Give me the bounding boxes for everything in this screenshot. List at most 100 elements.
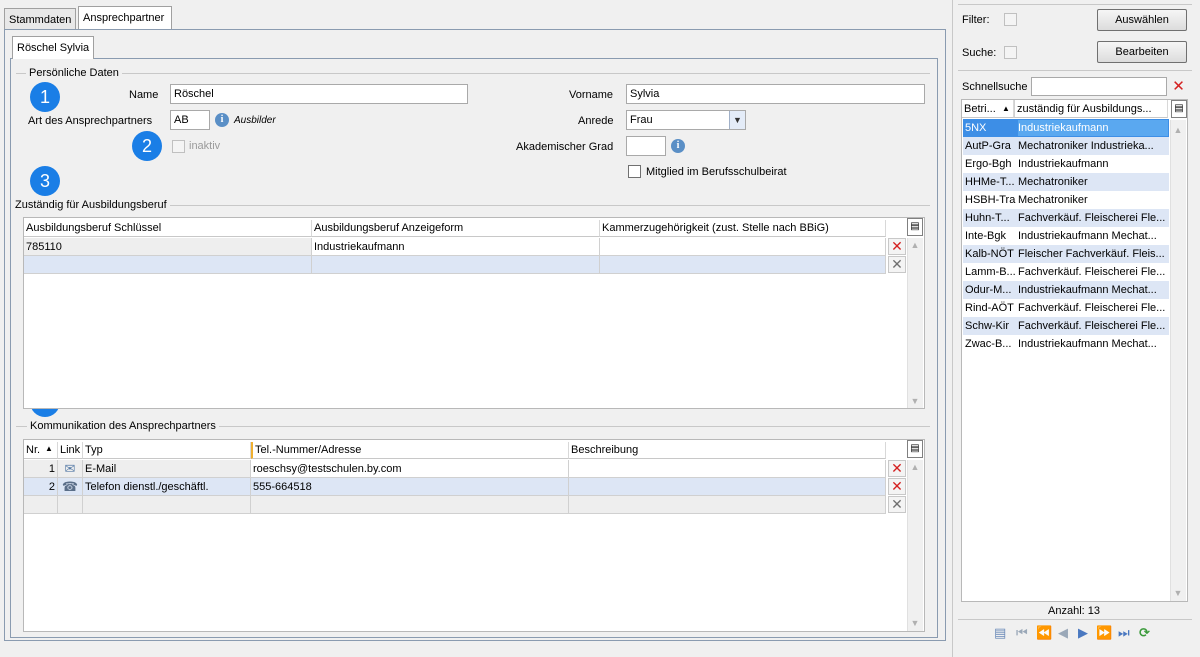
table-cell[interactable] bbox=[600, 256, 886, 274]
column-chooser-icon[interactable]: ▤ bbox=[907, 440, 923, 458]
chevron-down-icon[interactable]: ▼ bbox=[729, 111, 745, 129]
table-cell[interactable] bbox=[312, 256, 600, 274]
table-cell[interactable]: 2 bbox=[24, 478, 58, 496]
beruf-col-anzeigeform[interactable]: Ausbildungsberuf Anzeigeform bbox=[312, 220, 600, 237]
table-cell[interactable]: 555-664518 bbox=[251, 478, 569, 496]
scroll-down-icon[interactable]: ▼ bbox=[1170, 586, 1186, 600]
prev-record-icon[interactable]: ◀ bbox=[1058, 625, 1068, 641]
scroll-down-icon[interactable]: ▼ bbox=[907, 394, 923, 408]
next-record-icon[interactable]: ▶ bbox=[1078, 625, 1088, 641]
side-scrollbar[interactable] bbox=[1170, 120, 1186, 601]
komm-scrollbar[interactable] bbox=[907, 460, 923, 631]
table-cell[interactable] bbox=[24, 496, 58, 514]
info-icon[interactable]: i bbox=[671, 139, 685, 153]
list-item-beruf: Industriekaufmann Mechat... bbox=[1018, 230, 1157, 242]
komm-col-adresse[interactable]: Tel.-Nummer/Adresse bbox=[251, 442, 569, 459]
list-item[interactable]: HHMe-T... Mechatroniker bbox=[963, 173, 1169, 191]
list-item-betrieb: 5NX bbox=[965, 122, 987, 134]
scroll-up-icon[interactable]: ▲ bbox=[907, 238, 923, 252]
delete-row-icon[interactable]: ✕ bbox=[888, 460, 906, 477]
list-item[interactable]: Lamm-B... Fachverkäuf. Fleischerei Fle... bbox=[963, 263, 1169, 281]
table-cell[interactable] bbox=[251, 496, 569, 514]
list-item[interactable]: 5NX Industriekaufmann bbox=[963, 119, 1169, 137]
name-field[interactable]: Röschel bbox=[170, 84, 468, 104]
list-item[interactable]: HSBH-Tra Mechatroniker bbox=[963, 191, 1169, 209]
column-chooser-icon[interactable]: ▤ bbox=[1171, 100, 1187, 118]
anrede-label: Anrede bbox=[578, 115, 614, 127]
anrede-select[interactable]: Frau bbox=[626, 110, 746, 130]
mitglied-checkbox[interactable] bbox=[628, 165, 641, 178]
scroll-up-icon[interactable]: ▲ bbox=[907, 460, 923, 474]
list-item[interactable]: Odur-M... Industriekaufmann Mechat... bbox=[963, 281, 1169, 299]
table-cell[interactable] bbox=[58, 496, 83, 514]
schnellsuche-input[interactable] bbox=[1031, 77, 1167, 96]
table-cell[interactable] bbox=[569, 460, 886, 478]
list-item[interactable]: Ergo-Bgh Industriekaufmann bbox=[963, 155, 1169, 173]
delete-row-icon[interactable]: ✕ bbox=[888, 496, 906, 513]
filter-checkbox[interactable] bbox=[1004, 13, 1017, 26]
scroll-up-icon[interactable]: ▲ bbox=[1170, 123, 1186, 137]
list-item[interactable]: Schw-Kir Fachverkäuf. Fleischerei Fle... bbox=[963, 317, 1169, 335]
tab-ansprechpartner[interactable]: Ansprechpartner bbox=[78, 6, 172, 30]
inaktiv-checkbox[interactable] bbox=[172, 140, 185, 153]
list-item[interactable]: AutP-Gra Mechatroniker Industrieka... bbox=[963, 137, 1169, 155]
delete-row-icon[interactable]: ✕ bbox=[888, 478, 906, 495]
tab-roeschel-sylvia[interactable]: Röschel Sylvia bbox=[12, 36, 94, 59]
komm-col-beschreibung[interactable]: Beschreibung bbox=[569, 442, 886, 459]
table-cell[interactable] bbox=[24, 256, 312, 274]
column-chooser-icon[interactable]: ▤ bbox=[907, 218, 923, 236]
list-item-beruf: Mechatroniker Industrieka... bbox=[1018, 140, 1154, 152]
table-cell[interactable]: Industriekaufmann bbox=[312, 238, 600, 256]
list-item[interactable]: Kalb-NÖT Fleischer Fachverkäuf. Fleis... bbox=[963, 245, 1169, 263]
suche-checkbox[interactable] bbox=[1004, 46, 1017, 59]
komm-col-link[interactable]: Link bbox=[58, 442, 83, 459]
list-item-beruf: Mechatroniker bbox=[1018, 194, 1088, 206]
table-cell[interactable]: E-Mail bbox=[83, 460, 251, 478]
auswaehlen-button[interactable]: Auswählen bbox=[1097, 9, 1187, 31]
grad-field[interactable] bbox=[626, 136, 666, 156]
list-item[interactable]: Rind-AÖT Fachverkäuf. Fleischerei Fle... bbox=[963, 299, 1169, 317]
table-cell[interactable] bbox=[83, 496, 251, 514]
tab-stammdaten[interactable]: Stammdaten bbox=[4, 8, 76, 30]
step-badge-1: 1 bbox=[30, 82, 60, 112]
clear-search-icon[interactable]: ✕ bbox=[1169, 77, 1188, 96]
art-field[interactable]: AB bbox=[170, 110, 210, 130]
last-record-icon[interactable]: ⏭ bbox=[1118, 625, 1130, 641]
table-cell[interactable] bbox=[569, 496, 886, 514]
list-item-betrieb: HHMe-T... bbox=[965, 176, 1015, 188]
record-list-icon[interactable]: ▤ bbox=[994, 625, 1006, 641]
table-cell[interactable]: Telefon dienstl./geschäftl. bbox=[83, 478, 251, 496]
info-icon[interactable]: i bbox=[215, 113, 229, 127]
table-cell[interactable]: 1 bbox=[24, 460, 58, 478]
list-item[interactable]: Huhn-T... Fachverkäuf. Fleischerei Fle... bbox=[963, 209, 1169, 227]
table-cell[interactable]: roeschsy@testschulen.by.com bbox=[251, 460, 569, 478]
delete-row-icon[interactable]: ✕ bbox=[888, 256, 906, 273]
refresh-icon[interactable]: ⟳ bbox=[1139, 625, 1150, 641]
side-divider bbox=[952, 0, 953, 657]
mail-icon[interactable]: ✉ bbox=[58, 460, 83, 478]
next-page-icon[interactable]: ⏩ bbox=[1096, 625, 1112, 641]
vorname-field[interactable]: Sylvia bbox=[626, 84, 925, 104]
list-item-beruf: Industriekaufmann bbox=[1018, 158, 1109, 170]
list-item-betrieb: Kalb-NÖT bbox=[965, 248, 1014, 260]
list-item-betrieb: Inte-Bgk bbox=[965, 230, 1006, 242]
prev-page-icon[interactable]: ⏪ bbox=[1036, 625, 1052, 641]
delete-row-icon[interactable]: ✕ bbox=[888, 238, 906, 255]
first-record-icon[interactable]: ⏮ bbox=[1016, 625, 1028, 641]
scroll-down-icon[interactable]: ▼ bbox=[907, 616, 923, 630]
side-col-zustaendig[interactable]: zuständig für Ausbildungs... bbox=[1014, 100, 1168, 118]
beruf-col-kammer[interactable]: Kammerzugehörigkeit (zust. Stelle nach B… bbox=[600, 220, 886, 237]
list-item[interactable]: Zwac-B... Industriekaufmann Mechat... bbox=[963, 335, 1169, 353]
komm-col-typ[interactable]: Typ bbox=[83, 442, 251, 459]
table-cell[interactable] bbox=[600, 238, 886, 256]
phone-icon[interactable]: ☎ bbox=[58, 478, 83, 496]
table-cell[interactable] bbox=[569, 478, 886, 496]
list-item-beruf: Fachverkäuf. Fleischerei Fle... bbox=[1018, 266, 1166, 278]
bearbeiten-button[interactable]: Bearbeiten bbox=[1097, 41, 1187, 63]
beruf-col-schluessel[interactable]: Ausbildungsberuf Schlüssel bbox=[24, 220, 312, 237]
beruf-scrollbar[interactable] bbox=[907, 238, 923, 408]
group-title-komm: Kommunikation des Ansprechpartners bbox=[27, 420, 219, 432]
table-cell[interactable]: 785110 bbox=[24, 238, 312, 256]
sort-asc-icon: ▲ bbox=[1002, 104, 1010, 113]
list-item[interactable]: Inte-Bgk Industriekaufmann Mechat... bbox=[963, 227, 1169, 245]
